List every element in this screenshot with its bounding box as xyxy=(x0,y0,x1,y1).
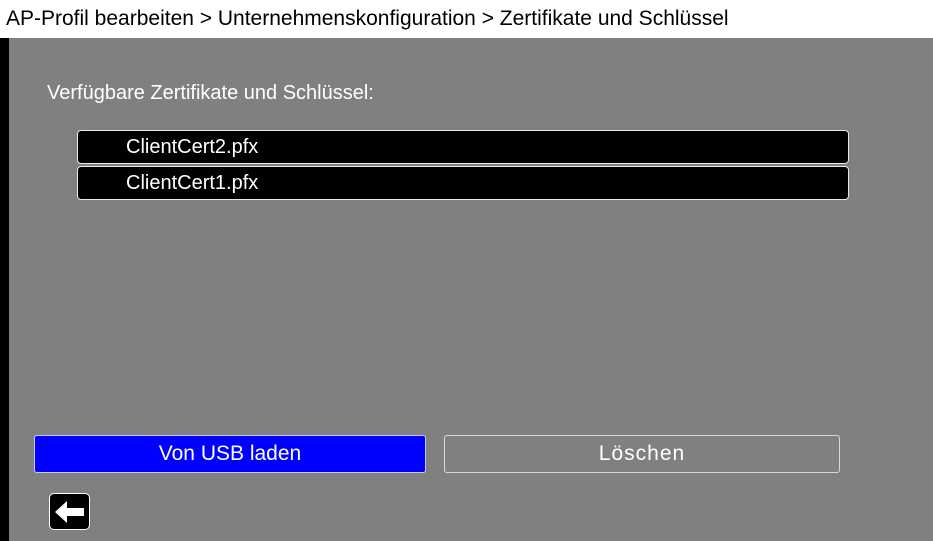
arrow-left-icon xyxy=(55,501,84,523)
back-button[interactable] xyxy=(49,493,90,530)
delete-button[interactable]: Löschen xyxy=(444,435,840,473)
load-from-usb-button[interactable]: Von USB laden xyxy=(34,435,426,473)
certificates-list-label: Verfügbare Zertifikate und Schlüssel: xyxy=(47,82,374,104)
certificate-item-clientcert1[interactable]: ClientCert1.pfx xyxy=(77,166,849,200)
breadcrumb: AP-Profil bearbeiten > Unternehmenskonfi… xyxy=(0,0,933,38)
certificates-screen: AP-Profil bearbeiten > Unternehmenskonfi… xyxy=(0,0,933,541)
certificates-list: ClientCert2.pfx ClientCert1.pfx xyxy=(77,130,849,202)
content-panel: Verfügbare Zertifikate und Schlüssel: Cl… xyxy=(9,38,933,541)
certificate-item-clientcert2[interactable]: ClientCert2.pfx xyxy=(77,130,849,164)
